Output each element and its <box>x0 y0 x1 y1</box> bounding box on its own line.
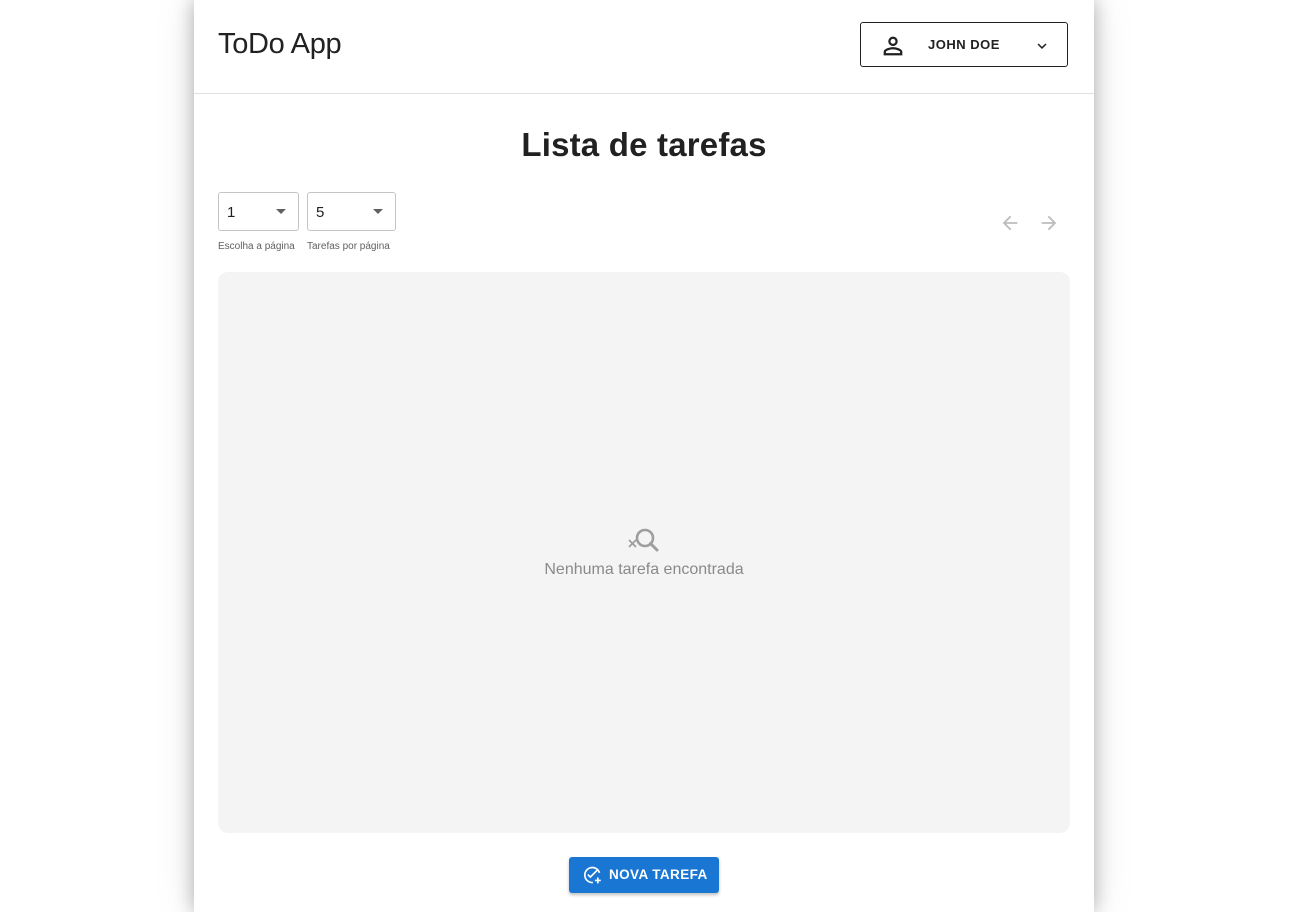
per-page-select-helper: Tarefas por página <box>307 241 390 252</box>
dropdown-caret-icon <box>276 209 286 214</box>
chevron-down-icon <box>1037 43 1047 49</box>
app-title: ToDo App <box>218 28 342 60</box>
new-task-label: NOVA TAREFA <box>609 867 708 882</box>
person-outline-icon <box>883 36 903 56</box>
app-header: ToDo App JOHN DOE <box>194 0 1094 94</box>
add-task-icon <box>584 866 601 884</box>
user-menu-button[interactable]: JOHN DOE <box>860 22 1068 67</box>
new-task-button[interactable]: NOVA TAREFA <box>569 857 719 893</box>
page-title: Lista de tarefas <box>521 126 767 163</box>
arrow-left-icon[interactable] <box>999 212 1021 234</box>
task-list-panel: Nenhuma tarefa encontrada <box>218 272 1070 833</box>
page-select-value: 1 <box>227 204 236 221</box>
page-select[interactable]: 1 <box>218 192 299 231</box>
dropdown-caret-icon <box>373 209 383 214</box>
empty-state-message: Nenhuma tarefa encontrada <box>544 561 744 578</box>
arrow-right-icon[interactable] <box>1038 212 1060 234</box>
search-off-icon <box>628 528 659 552</box>
app-frame: ToDo App JOHN DOE Lista de tarefas 1 Esc… <box>194 0 1094 912</box>
per-page-select-value: 5 <box>316 204 325 221</box>
per-page-select[interactable]: 5 <box>307 192 396 231</box>
user-name-label: JOHN DOE <box>928 37 1000 52</box>
page-select-helper: Escolha a página <box>218 241 295 252</box>
